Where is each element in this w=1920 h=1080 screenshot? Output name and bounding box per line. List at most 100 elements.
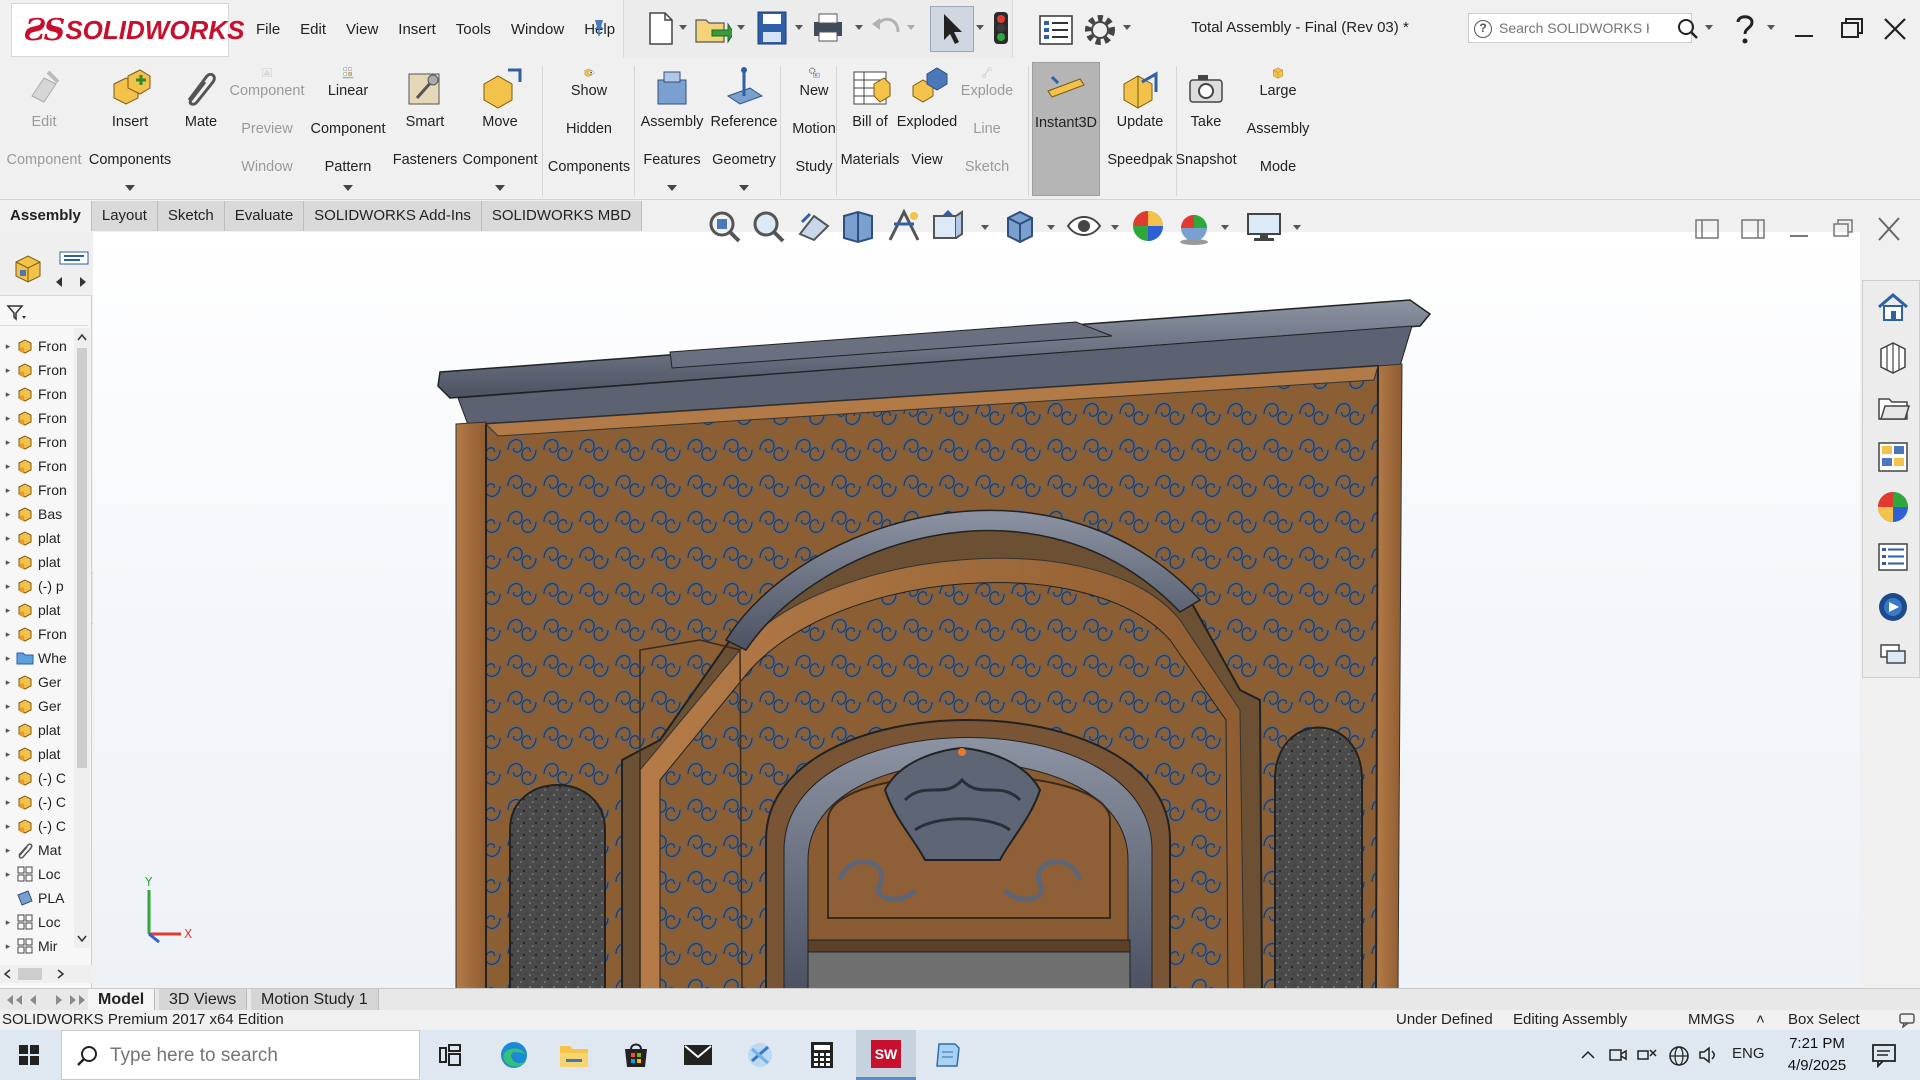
file-explorer-icon[interactable] [1875,389,1911,425]
taskbar-calculator-button[interactable] [792,1030,852,1080]
tab-assembly[interactable]: Assembly [0,201,92,231]
search-icon[interactable] [1677,18,1699,40]
tab-3d-views[interactable]: 3D Views [159,989,248,1011]
notification-center-icon[interactable] [1870,1042,1898,1068]
new-motion-study-button[interactable]: New Motion Study [786,62,842,196]
print-dropdown-icon[interactable] [854,24,864,32]
dynamic-annotation-icon[interactable] [884,206,924,246]
tree-item[interactable]: ▸ Mat [0,838,74,862]
status-unit-system[interactable]: MMGS [1688,1010,1735,1030]
expand-arrow-icon[interactable]: ▸ [0,653,16,664]
expand-arrow-icon[interactable]: ▸ [0,413,16,424]
right-granite-niche[interactable] [1274,726,1363,990]
tree-item[interactable]: ▸ plat [0,598,74,622]
tab-model[interactable]: Model [88,989,156,1011]
search-dropdown-icon[interactable] [1704,24,1714,32]
select-cursor-icon[interactable] [932,8,972,48]
filter-funnel-icon[interactable] [6,304,28,322]
expand-arrow-icon[interactable]: ▸ [0,365,16,376]
rebuild-traffic-light-icon[interactable] [986,8,1016,48]
expand-arrow-icon[interactable]: ▸ [0,341,16,352]
left-wood-pillar[interactable] [455,421,487,989]
expand-arrow-icon[interactable]: ▸ [0,773,16,784]
taskbar-mail-button[interactable] [668,1030,728,1080]
assembly-features-button[interactable]: Assembly Features [638,62,706,196]
tree-item[interactable]: ▸ Fron [0,334,74,358]
expand-arrow-icon[interactable]: ▸ [0,557,16,568]
component-preview-window-button[interactable]: Component Preview Window [228,62,306,196]
expand-arrow-icon[interactable]: ▸ [0,461,16,472]
view-palette-icon[interactable] [1875,439,1911,475]
taskbar-notepad-button[interactable] [918,1030,978,1080]
viewport-split-left-icon[interactable] [1690,214,1724,244]
property-manager-tab-icon[interactable] [58,250,90,266]
tree-item[interactable]: ▸ Fron [0,622,74,646]
speaker-volume-icon[interactable] [1698,1045,1720,1065]
zoom-to-area-icon[interactable] [748,206,788,246]
help-search-box[interactable]: ? [1468,13,1698,43]
tree-hscroll-thumb[interactable] [18,968,42,980]
input-language-indicator[interactable]: ENG [1732,1045,1765,1062]
tree-item[interactable]: ▸ plat [0,742,74,766]
expand-arrow-icon[interactable]: ▸ [0,485,16,496]
document-minimize-icon[interactable] [1782,214,1816,244]
menu-window[interactable]: Window [501,21,574,38]
scroll-right-icon[interactable] [54,968,66,980]
expand-arrow-icon[interactable]: ▸ [0,701,16,712]
menu-edit[interactable]: Edit [290,21,336,38]
tree-item[interactable]: ▸ (-) C [0,814,74,838]
show-hidden-components-button[interactable]: Show Hidden Components [548,62,630,196]
tree-item[interactable]: ▸ Whe [0,646,74,670]
tab-motion-study-1[interactable]: Motion Study 1 [251,989,379,1011]
tree-item[interactable]: ▸ Fron [0,454,74,478]
design-library-icon[interactable] [1875,339,1911,375]
help-icon[interactable] [1730,12,1760,46]
document-restore-icon[interactable] [1826,214,1860,244]
maximize-window-icon[interactable] [1834,12,1868,46]
expand-arrow-icon[interactable]: ▸ [0,389,16,400]
scroll-down-icon[interactable] [76,934,88,944]
view-settings-dropdown-icon[interactable] [1292,224,1302,232]
save-icon[interactable] [752,8,792,48]
undo-dropdown-icon[interactable] [906,24,916,32]
explode-line-sketch-button[interactable]: Explode Line Sketch [958,62,1016,196]
new-document-icon[interactable] [640,8,680,48]
hide-show-dropdown-icon[interactable] [1110,224,1120,232]
scroll-tabs-left-icon[interactable] [52,274,66,290]
tree-item[interactable]: ▸ plat [0,718,74,742]
expand-arrow-icon[interactable]: ▸ [0,869,16,880]
tab-layout[interactable]: Layout [91,201,158,231]
expand-arrow-icon[interactable]: ▸ [0,677,16,688]
task-view-button[interactable] [420,1030,480,1080]
tree-item[interactable]: ▸ plat [0,550,74,574]
door-lintel[interactable] [807,939,1131,953]
assembly-model[interactable] [93,232,1860,989]
expand-arrow-icon[interactable]: ▸ [0,797,16,808]
tree-item[interactable]: ▸ Fron [0,406,74,430]
hide-show-items-icon[interactable] [1064,206,1104,246]
options-gear-icon[interactable] [1080,10,1120,50]
view-settings-icon[interactable] [1244,206,1284,246]
taskbar-store-button[interactable] [606,1030,666,1080]
unit-system-arrow[interactable]: ˄ [1756,1010,1765,1030]
edit-appearance-icon[interactable] [1128,206,1168,246]
smart-fasteners-button[interactable]: Smart Fasteners [388,62,462,196]
large-assembly-mode-button[interactable]: Large Assembly Mode [1240,62,1316,196]
tree-item[interactable]: ▸ (-) C [0,766,74,790]
zoom-to-fit-icon[interactable] [704,206,744,246]
door-opening[interactable] [807,951,1131,989]
tree-item[interactable]: ▸ Mir [0,934,74,958]
status-selection-mode[interactable]: Box Select [1788,1010,1860,1030]
instant3d-button[interactable]: Instant3D [1032,62,1100,196]
update-speedpak-button[interactable]: Update Speedpak [1106,62,1174,196]
scroll-left-icon[interactable] [2,968,14,980]
open-dropdown-icon[interactable] [736,24,746,32]
taskbar-solidworks-button[interactable]: SW [856,1030,916,1080]
select-dropdown-icon[interactable] [975,24,985,32]
tree-scroll-thumb[interactable] [77,348,87,768]
tab-navigation-arrows-icon[interactable] [4,993,88,1007]
windows-start-icon[interactable] [0,1030,58,1080]
tree-item[interactable]: ▸ (-) C [0,790,74,814]
undo-icon[interactable] [866,8,906,48]
taskbar-file-explorer-button[interactable] [544,1030,604,1080]
